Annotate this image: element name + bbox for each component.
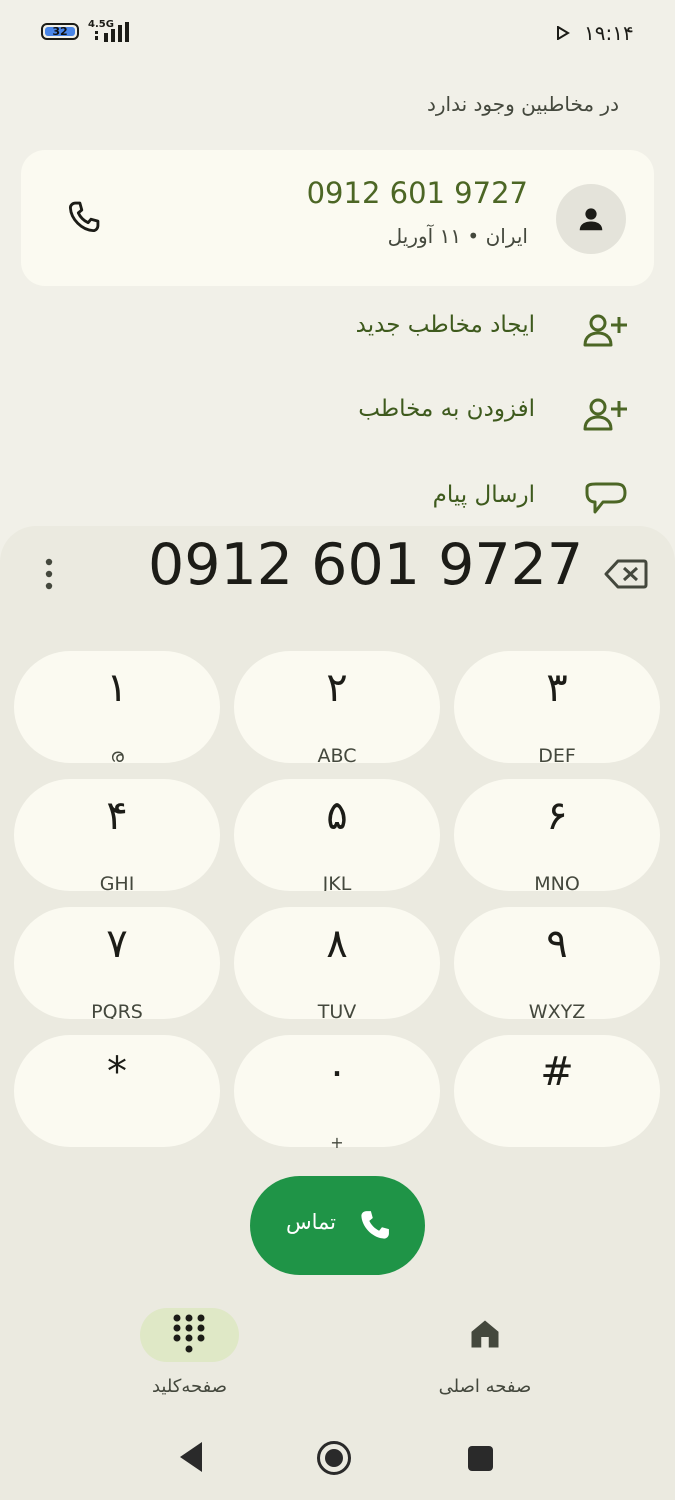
contact-number: 0912 601 9727 xyxy=(306,176,528,210)
add-to-contact-button[interactable]: افزودن به مخاطب xyxy=(0,384,675,444)
create-new-contact-label: ایجاد مخاطب جدید xyxy=(355,312,535,338)
tab-home-label[interactable]: صفحه اصلی xyxy=(415,1376,555,1397)
dial-key[interactable]: ۹ WXYZ xyxy=(454,907,660,1019)
back-icon[interactable] xyxy=(176,1440,206,1474)
dialpad-icon xyxy=(173,1314,205,1353)
message-icon xyxy=(585,482,627,514)
dial-key[interactable]: ۰ + xyxy=(234,1035,440,1152)
dial-key[interactable]: ۷ PQRS xyxy=(14,907,220,1019)
dial-key-letters: TUV xyxy=(317,1001,357,1019)
send-message-button[interactable]: ارسال پیام xyxy=(0,470,675,530)
dial-key-digit: ۲ xyxy=(326,665,348,711)
dial-key-letters: ര xyxy=(110,745,124,763)
number-card[interactable]: 0912 601 9727 ایران • ۱۱ آوریل xyxy=(21,150,654,286)
backspace-icon[interactable] xyxy=(604,558,648,590)
dialed-number[interactable]: 0912 601 9727 xyxy=(148,532,583,598)
home-circle-icon[interactable] xyxy=(316,1440,352,1476)
signal-icon xyxy=(95,22,129,42)
dial-key-letters: DEF xyxy=(538,745,576,763)
dial-key[interactable]: ۵ JKL xyxy=(234,779,440,891)
dial-key-digit: ۱ xyxy=(106,665,128,711)
play-icon xyxy=(557,26,570,40)
dial-key-letters: PQRS xyxy=(91,1001,143,1019)
dial-key-digit: ۸ xyxy=(326,921,348,967)
battery-icon: 32 xyxy=(41,23,79,40)
dial-key[interactable]: * xyxy=(14,1035,220,1147)
dial-key-digit: ۹ xyxy=(546,921,568,967)
dial-key[interactable]: # xyxy=(454,1035,660,1147)
dial-key[interactable]: ۲ ABC xyxy=(234,651,440,763)
call-button[interactable]: تماس xyxy=(250,1176,425,1275)
dial-key-digit: * xyxy=(107,1049,127,1095)
call-label: تماس xyxy=(286,1210,337,1234)
dial-key[interactable]: ۱ര xyxy=(14,651,220,763)
dial-key-letters: + xyxy=(330,1133,344,1152)
dial-key-digit: ۰ xyxy=(326,1049,348,1095)
send-message-label: ارسال پیام xyxy=(432,482,535,508)
dial-key[interactable]: ۴ GHI xyxy=(14,779,220,891)
battery-level: 32 xyxy=(52,25,68,38)
dial-key-letters: ABC xyxy=(317,745,357,763)
phone-icon[interactable] xyxy=(65,198,103,236)
add-to-contact-label: افزودن به مخاطب xyxy=(358,396,535,422)
dial-key-digit: ۵ xyxy=(326,793,348,839)
dial-key-letters: MNO xyxy=(534,873,580,891)
home-icon[interactable] xyxy=(467,1316,503,1352)
tab-keypad-label[interactable]: صفحه‌کلید xyxy=(120,1376,259,1397)
contact-subtitle: ایران • ۱۱ آوریل xyxy=(387,224,528,248)
dial-key[interactable]: ۳ DEF xyxy=(454,651,660,763)
avatar xyxy=(556,184,626,254)
add-person-icon xyxy=(583,314,627,347)
dial-key-digit: ۶ xyxy=(546,793,568,839)
dial-key-digit: ۴ xyxy=(106,793,128,839)
dial-key-digit: ۷ xyxy=(106,921,128,967)
person-icon xyxy=(579,208,603,231)
dial-key-digit: # xyxy=(540,1049,574,1095)
dial-key[interactable]: ۸ TUV xyxy=(234,907,440,1019)
create-new-contact-button[interactable]: ایجاد مخاطب جدید xyxy=(0,300,675,360)
phone-icon xyxy=(361,1211,389,1239)
dial-key-letters: WXYZ xyxy=(528,1001,586,1019)
dial-key-letters: GHI xyxy=(99,873,135,891)
dial-key-digit: ۳ xyxy=(546,665,568,711)
add-person-icon xyxy=(583,398,627,431)
dial-key[interactable]: ۶ MNO xyxy=(454,779,660,891)
recents-icon[interactable] xyxy=(468,1446,493,1471)
status-time: ۱۹:۱۴ xyxy=(584,21,634,45)
more-vert-icon[interactable] xyxy=(38,554,60,594)
not-in-contacts-text: در مخاطبین وجود ندارد xyxy=(426,92,619,116)
dial-key-letters: JKL xyxy=(322,873,352,891)
